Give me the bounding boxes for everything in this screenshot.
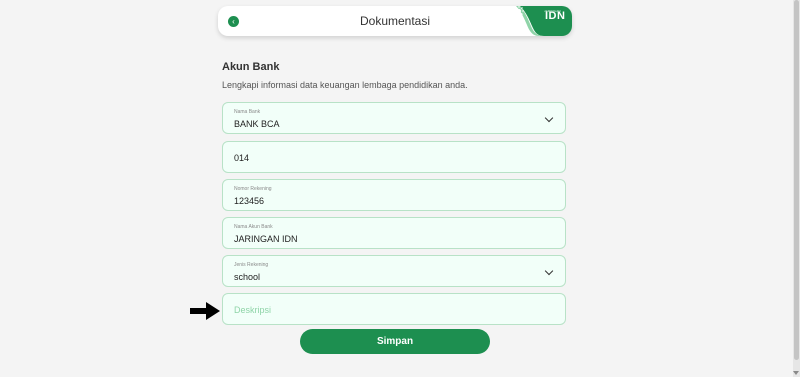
field-value: 014 — [234, 153, 250, 163]
field-label: Jenis Rekening — [234, 262, 269, 268]
field-value: BANK BCA — [234, 119, 280, 129]
bank-code-field[interactable]: 014 — [222, 141, 566, 173]
description-field[interactable]: Deskripsi — [222, 293, 566, 325]
field-placeholder: Deskripsi — [234, 305, 272, 315]
brand-logo: JARINGAN IDN — [514, 6, 572, 36]
scrollbar[interactable] — [793, 0, 800, 377]
page-header: ‹ Dokumentasi JARINGAN IDN — [218, 6, 572, 36]
arrow-right-icon — [190, 302, 220, 320]
account-type-select[interactable]: Jenis Rekening school — [222, 255, 566, 287]
field-value: school — [234, 272, 261, 282]
section-subtitle: Lengkapi informasi data keuangan lembaga… — [222, 80, 468, 90]
section-title: Akun Bank — [222, 61, 280, 73]
save-button[interactable]: Simpan — [300, 329, 490, 354]
account-number-field[interactable]: Nomor Rekening 123456 — [222, 179, 566, 211]
field-label: Nama Akun Bank — [234, 224, 273, 230]
scrollbar-thumb[interactable] — [794, 0, 799, 360]
account-name-field[interactable]: Nama Akun Bank JARINGAN IDN — [222, 217, 566, 249]
field-value: 123456 — [234, 196, 265, 206]
field-label: Nomor Rekening — [234, 186, 272, 192]
chevron-down-icon — [544, 266, 554, 276]
chevron-down-icon — [544, 113, 554, 123]
logo-text: IDN — [545, 10, 566, 22]
field-value: JARINGAN IDN — [234, 234, 298, 244]
field-label: Nama Bank — [234, 109, 261, 115]
bank-name-select[interactable]: Nama Bank BANK BCA — [222, 102, 566, 134]
scroll-down-arrow-icon[interactable] — [793, 371, 799, 375]
sun-icon — [514, 6, 524, 16]
